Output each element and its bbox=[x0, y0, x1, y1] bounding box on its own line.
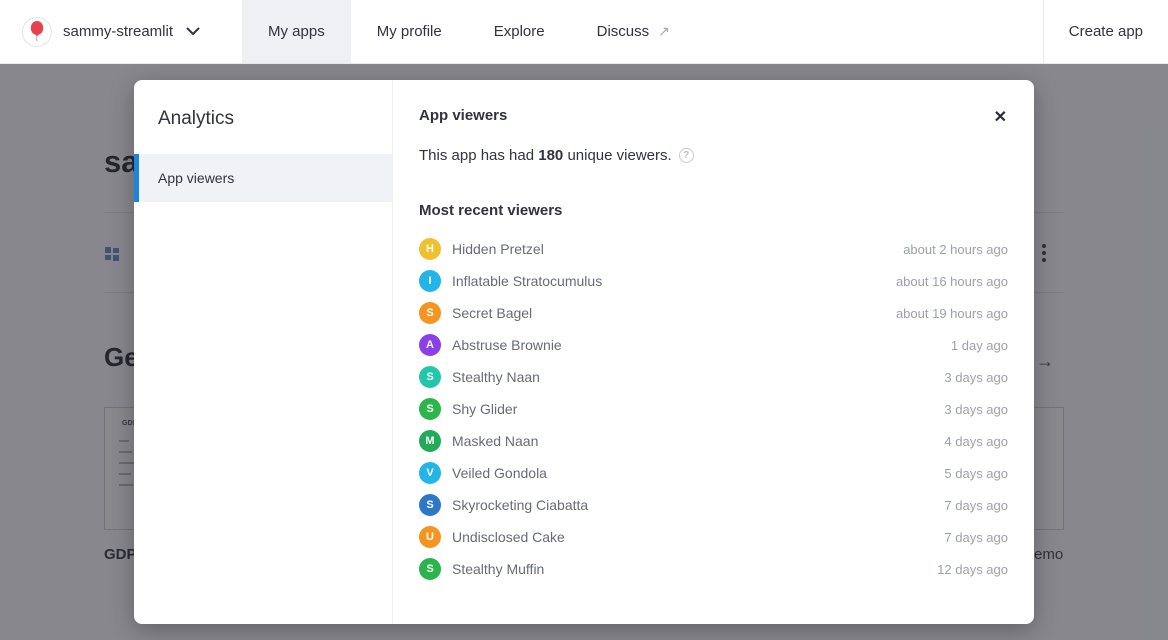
viewer-name: Stealthy Muffin bbox=[452, 561, 544, 577]
analytics-modal: Analytics App viewers App viewers ✕ This… bbox=[134, 80, 1034, 624]
tab-label: Explore bbox=[494, 23, 545, 40]
viewer-row: S Stealthy Muffin 12 days ago bbox=[419, 553, 1008, 585]
avatar: S bbox=[419, 558, 441, 580]
recent-viewers-title: Most recent viewers bbox=[419, 202, 1008, 219]
viewer-name: Undisclosed Cake bbox=[452, 529, 565, 545]
viewer-name: Shy Glider bbox=[452, 401, 517, 417]
avatar: I bbox=[419, 270, 441, 292]
tab-my-profile[interactable]: My profile bbox=[351, 0, 468, 63]
close-icon[interactable]: ✕ bbox=[994, 110, 1007, 126]
viewer-timestamp: 7 days ago bbox=[944, 530, 1008, 545]
viewer-row: H Hidden Pretzel about 2 hours ago bbox=[419, 233, 1008, 265]
sidebar-item-app-viewers[interactable]: App viewers bbox=[134, 154, 392, 202]
viewer-row: S Skyrocketing Ciabatta 7 days ago bbox=[419, 489, 1008, 521]
analytics-sidebar-title: Analytics bbox=[158, 108, 392, 130]
tab-my-apps[interactable]: My apps bbox=[242, 0, 351, 63]
tab-label: Discuss bbox=[597, 23, 650, 40]
external-link-icon: ↗ bbox=[658, 23, 670, 40]
avatar: M bbox=[419, 430, 441, 452]
viewer-row: A Abstruse Brownie 1 day ago bbox=[419, 329, 1008, 361]
avatar: U bbox=[419, 526, 441, 548]
top-nav: sammy-streamlit My apps My profile Explo… bbox=[0, 0, 1168, 64]
viewer-name: Inflatable Stratocumulus bbox=[452, 273, 602, 289]
avatar: S bbox=[419, 366, 441, 388]
app-viewers-panel: App viewers ✕ This app has had 180 uniqu… bbox=[393, 80, 1034, 624]
viewer-name: Masked Naan bbox=[452, 433, 538, 449]
viewer-timestamp: 7 days ago bbox=[944, 498, 1008, 513]
viewer-name: Veiled Gondola bbox=[452, 465, 547, 481]
avatar: H bbox=[419, 238, 441, 260]
balloon-icon bbox=[29, 21, 45, 42]
create-app-button[interactable]: Create app bbox=[1043, 0, 1168, 63]
tab-explore[interactable]: Explore bbox=[468, 0, 571, 63]
viewer-timestamp: 4 days ago bbox=[944, 434, 1008, 449]
viewer-row: S Secret Bagel about 19 hours ago bbox=[419, 297, 1008, 329]
viewer-timestamp: about 2 hours ago bbox=[903, 242, 1008, 257]
account-menu[interactable]: sammy-streamlit bbox=[0, 0, 220, 63]
viewer-timestamp: about 16 hours ago bbox=[896, 274, 1008, 289]
streamlit-balloon-logo bbox=[22, 17, 52, 47]
tab-discuss[interactable]: Discuss ↗ bbox=[571, 0, 696, 63]
help-icon[interactable]: ? bbox=[679, 148, 694, 163]
viewer-timestamp: 3 days ago bbox=[944, 402, 1008, 417]
viewer-row: U Undisclosed Cake 7 days ago bbox=[419, 521, 1008, 553]
viewer-timestamp: about 19 hours ago bbox=[896, 306, 1008, 321]
unique-viewer-count: 180 bbox=[538, 147, 563, 164]
account-name: sammy-streamlit bbox=[63, 23, 173, 40]
viewer-timestamp: 5 days ago bbox=[944, 466, 1008, 481]
avatar: S bbox=[419, 302, 441, 324]
viewer-name: Secret Bagel bbox=[452, 305, 532, 321]
viewer-row: S Stealthy Naan 3 days ago bbox=[419, 361, 1008, 393]
modal-title: App viewers bbox=[419, 107, 1008, 124]
viewer-row: M Masked Naan 4 days ago bbox=[419, 425, 1008, 457]
nav-tabs: My apps My profile Explore Discuss ↗ bbox=[242, 0, 696, 63]
viewer-name: Abstruse Brownie bbox=[452, 337, 562, 353]
avatar: S bbox=[419, 398, 441, 420]
viewer-name: Hidden Pretzel bbox=[452, 241, 544, 257]
tab-label: My profile bbox=[377, 23, 442, 40]
avatar: V bbox=[419, 462, 441, 484]
summary-suffix: unique viewers. bbox=[563, 147, 671, 164]
viewer-timestamp: 12 days ago bbox=[937, 562, 1008, 577]
viewer-timestamp: 3 days ago bbox=[944, 370, 1008, 385]
avatar: S bbox=[419, 494, 441, 516]
viewer-name: Skyrocketing Ciabatta bbox=[452, 497, 588, 513]
viewer-timestamp: 1 day ago bbox=[951, 338, 1008, 353]
unique-viewers-summary: This app has had 180 unique viewers. ? bbox=[419, 147, 1008, 164]
avatar: A bbox=[419, 334, 441, 356]
viewer-list: H Hidden Pretzel about 2 hours ago I Inf… bbox=[419, 233, 1008, 585]
viewer-row: V Veiled Gondola 5 days ago bbox=[419, 457, 1008, 489]
tab-label: My apps bbox=[268, 23, 325, 40]
viewer-name: Stealthy Naan bbox=[452, 369, 540, 385]
chevron-down-icon bbox=[186, 27, 200, 36]
analytics-sidebar: Analytics App viewers bbox=[134, 80, 393, 624]
viewer-row: I Inflatable Stratocumulus about 16 hour… bbox=[419, 265, 1008, 297]
viewer-row: S Shy Glider 3 days ago bbox=[419, 393, 1008, 425]
summary-prefix: This app has had bbox=[419, 147, 538, 164]
